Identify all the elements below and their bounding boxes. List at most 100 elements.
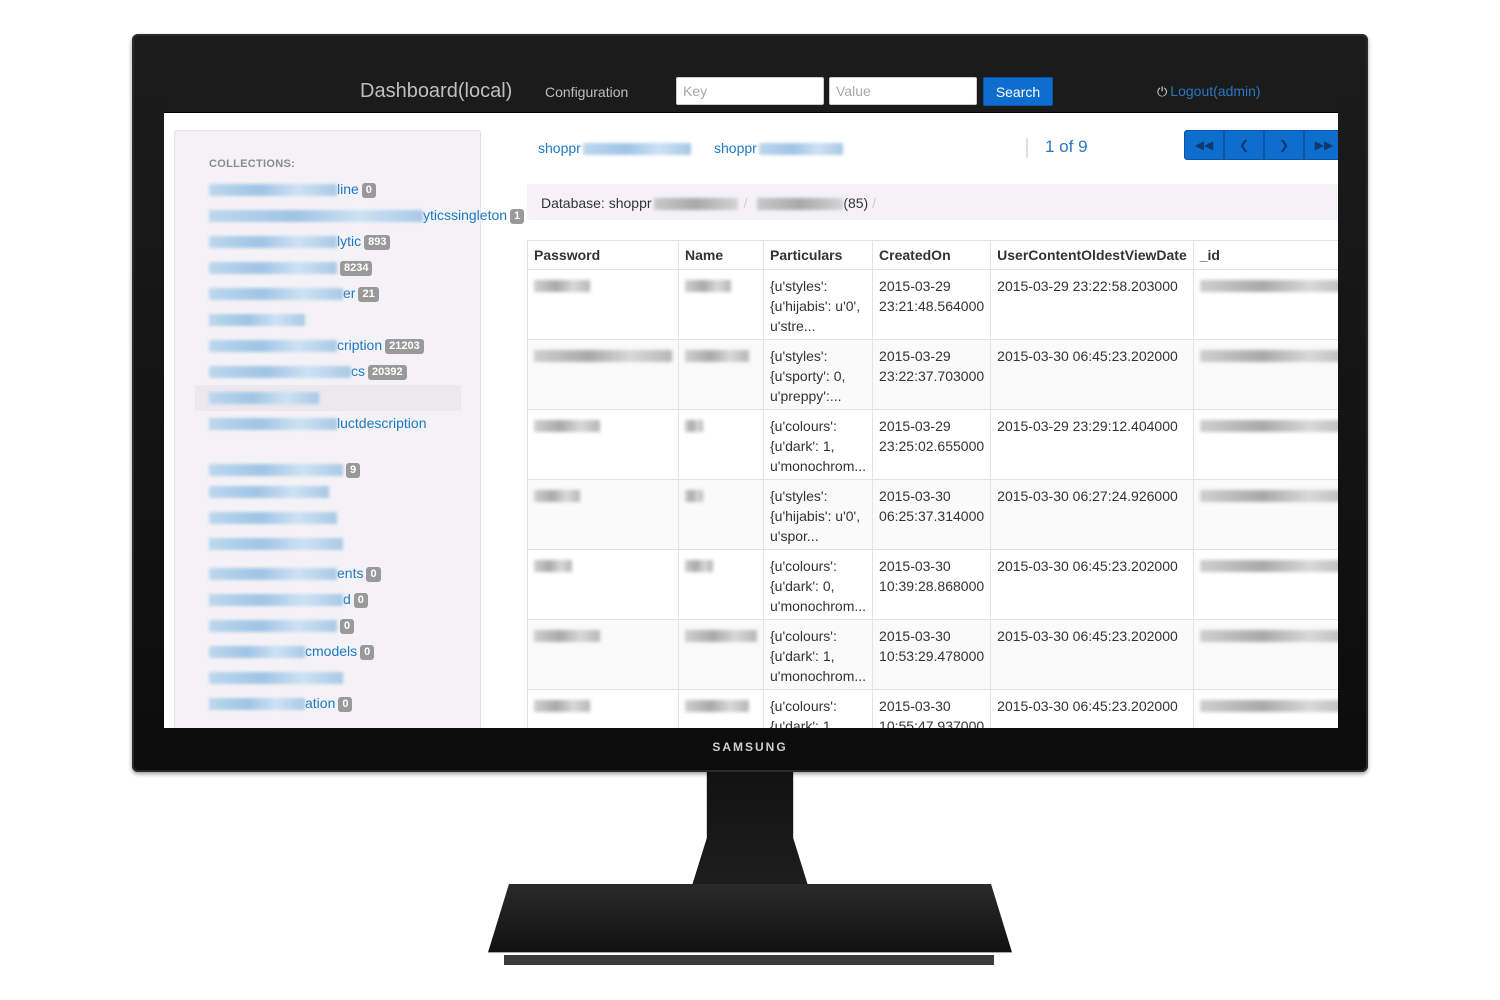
createdon-line: 2015-03-30 — [879, 628, 951, 644]
collection-count-badge: 20392 — [368, 364, 407, 380]
redacted-text — [685, 280, 731, 292]
column-header-oldest-view-date[interactable]: UserContentOldestViewDate — [990, 240, 1194, 270]
redacted-text — [1199, 490, 1338, 502]
redacted-text — [534, 700, 590, 712]
collection-item[interactable]: luctdescription — [209, 415, 427, 433]
column-header-password[interactable]: Password — [527, 240, 679, 270]
collection-item[interactable]: 9 — [209, 461, 361, 479]
app-brand[interactable]: Dashboard(local) — [360, 80, 512, 103]
key-input[interactable] — [676, 77, 824, 105]
collection-name: ation — [305, 695, 336, 711]
collection-item[interactable]: 8234 — [209, 259, 373, 277]
cell-name — [678, 269, 764, 340]
collection-item[interactable]: ation 0 — [209, 695, 353, 713]
redacted-text — [685, 490, 703, 502]
table-row[interactable]: {u'colours': {u'dark': 1, u'monochrom... 20… — [527, 409, 1338, 480]
particulars-line: {u'styles': — [770, 278, 828, 294]
table-row[interactable]: {u'colours': {u'dark': 1, u'monochrom... 20… — [527, 619, 1338, 690]
collection-item[interactable]: cription 21203 — [209, 337, 424, 355]
collection-item[interactable]: er 21 — [209, 285, 379, 303]
screen: Dashboard(local) Configuration Search ⏻L… — [164, 72, 1338, 728]
collection-item[interactable] — [209, 509, 337, 527]
collection-item[interactable] — [209, 535, 343, 553]
table-row[interactable]: {u'styles': {u'hijabis': u'0', u'spor... 20… — [527, 479, 1338, 550]
oldest-view-date-value: 2015-03-30 06:45:23.202000 — [997, 558, 1178, 574]
column-header-id[interactable]: _id — [1192, 240, 1338, 270]
collection-item[interactable] — [209, 669, 343, 687]
cell-particulars: {u'styles': {u'hijabis': u'0', u'stre... — [762, 269, 874, 340]
page-indicator: 1 of 9 — [1045, 137, 1088, 156]
column-header-particulars[interactable]: Particulars — [762, 240, 874, 270]
cell-id — [1192, 409, 1338, 480]
redacted-text — [534, 490, 580, 502]
collection-item[interactable] — [209, 483, 329, 501]
redacted-text — [209, 236, 337, 249]
tab-collection-2[interactable]: shoppr — [714, 140, 843, 156]
collection-count-badge: 21203 — [385, 338, 424, 354]
collection-count-badge: 0 — [338, 696, 353, 712]
table-row[interactable]: {u'styles': {u'hijabis': u'0', u'stre... 20… — [527, 269, 1338, 340]
redacted-text — [685, 420, 703, 432]
oldest-view-date-value: 2015-03-29 23:29:12.404000 — [997, 418, 1178, 434]
monitor-brand-logo: SAMSUNG — [712, 740, 788, 754]
createdon-line: 10:55:47.937000 — [879, 718, 985, 728]
collection-item[interactable]: 0 — [209, 617, 355, 635]
collection-item[interactable]: lytic 893 — [209, 233, 391, 251]
cell-oldest-view-date: 2015-03-29 23:29:12.404000 — [990, 409, 1194, 480]
top-navbar: Dashboard(local) Configuration Search ⏻L… — [164, 72, 1338, 113]
particulars-line: u'preppy':... — [770, 388, 842, 404]
collection-item[interactable] — [209, 389, 319, 407]
redacted-text — [534, 630, 600, 642]
nav-configuration[interactable]: Configuration — [545, 84, 628, 100]
collection-item[interactable]: yticssingleton 1 — [209, 207, 525, 225]
table-row[interactable]: {u'colours': {u'dark': 0, u'monochrom... 20… — [527, 549, 1338, 620]
breadcrumb-database[interactable]: Database: shoppr — [541, 195, 652, 211]
first-page-button[interactable]: ◀◀ — [1184, 130, 1224, 160]
cell-id — [1192, 269, 1338, 340]
cell-name — [678, 689, 764, 728]
column-header-createdon[interactable]: CreatedOn — [872, 240, 992, 270]
table-row[interactable]: {u'styles': {u'sporty': 0, u'preppy':... 20… — [527, 339, 1338, 410]
redacted-text — [209, 698, 305, 711]
next-page-button[interactable]: ❯ — [1264, 130, 1304, 160]
oldest-view-date-value: 2015-03-30 06:27:24.926000 — [997, 488, 1178, 504]
table-body: {u'styles': {u'hijabis': u'0', u'stre... 20… — [527, 269, 1338, 728]
cell-createdon: 2015-03-29 23:22:37.703000 — [872, 339, 992, 410]
cell-oldest-view-date: 2015-03-30 06:45:23.202000 — [990, 619, 1194, 690]
cell-name — [678, 479, 764, 550]
collection-name: yticssingleton — [423, 207, 508, 223]
logout-label: Logout(admin) — [1170, 83, 1261, 99]
cell-id — [1192, 619, 1338, 690]
collection-name: luctdescription — [337, 415, 427, 431]
collection-item[interactable]: cmodels 0 — [209, 643, 375, 661]
createdon-line: 2015-03-30 — [879, 698, 951, 714]
table-row[interactable]: {u'colours': {u'dark': 1, 2015-03-30 10:55:… — [527, 689, 1338, 728]
collection-item[interactable] — [209, 311, 305, 329]
logout-link[interactable]: ⏻ Logout(admin) — [1157, 83, 1261, 100]
createdon-line: 06:25:37.314000 — [879, 508, 985, 524]
collection-count-badge: 21 — [358, 286, 379, 302]
last-page-button[interactable]: ▶▶ — [1304, 130, 1338, 160]
search-button[interactable]: Search — [983, 77, 1053, 106]
cell-name — [678, 339, 764, 410]
cell-oldest-view-date: 2015-03-30 06:45:23.202000 — [990, 689, 1194, 728]
particulars-line: {u'styles': — [770, 488, 828, 504]
value-input[interactable] — [829, 77, 977, 105]
column-header-name[interactable]: Name — [678, 240, 764, 270]
oldest-view-date-value: 2015-03-29 23:22:58.203000 — [997, 278, 1178, 294]
collection-item[interactable]: line 0 — [209, 181, 376, 199]
next-page-icon: ❯ — [1278, 138, 1290, 152]
cell-particulars: {u'colours': {u'dark': 1, u'monochrom... — [762, 619, 874, 690]
redacted-text — [209, 340, 337, 353]
collection-item[interactable]: cs 20392 — [209, 363, 407, 381]
redacted-text — [209, 314, 305, 327]
collection-item[interactable]: ents 0 — [209, 565, 381, 583]
breadcrumb-divider: / — [872, 195, 876, 211]
collection-name: line — [337, 181, 359, 197]
redacted-text — [534, 420, 600, 432]
redacted-text — [209, 288, 343, 301]
prev-page-button[interactable]: ❮ — [1224, 130, 1264, 160]
particulars-line: u'monochrom... — [770, 668, 867, 684]
collection-item[interactable]: d0 — [209, 591, 368, 609]
tab-collection-1[interactable]: shoppr — [538, 140, 691, 156]
